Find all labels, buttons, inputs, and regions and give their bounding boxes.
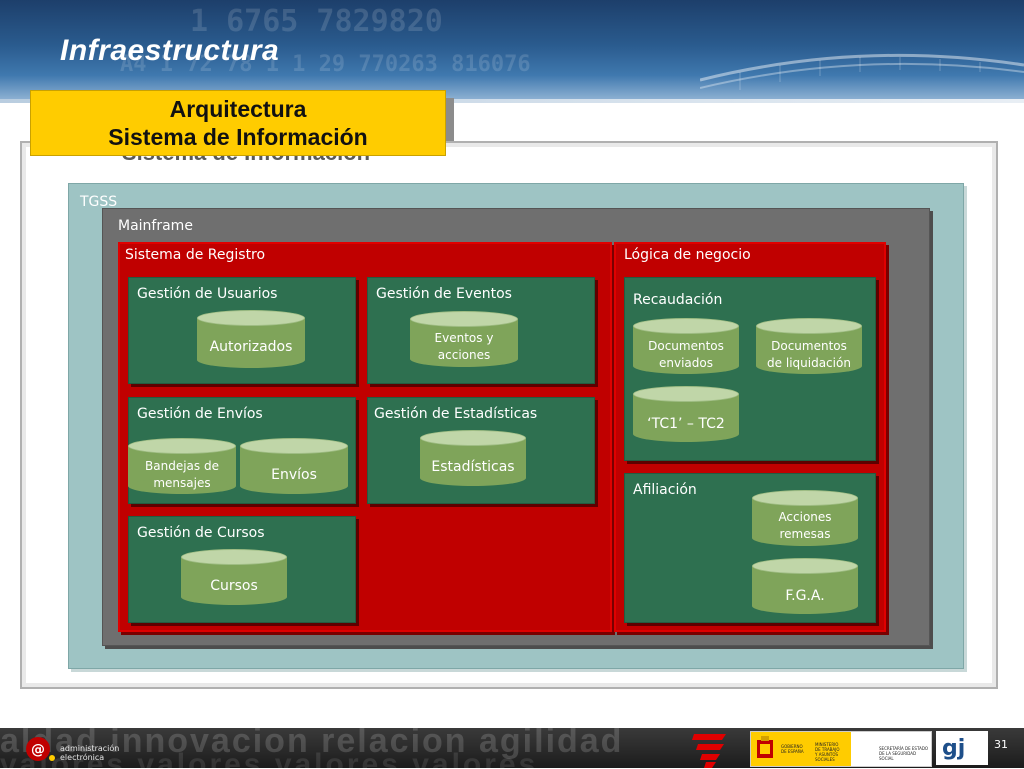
- logica-negocio-label: Lógica de negocio: [624, 247, 751, 263]
- ae-logo-text: administración electrónica: [60, 744, 120, 762]
- page-number: 31: [994, 738, 1008, 751]
- tc1-tc2-database-icon: ‘TC1’ – TC2: [633, 386, 739, 442]
- gestion-eventos-label: Gestión de Eventos: [376, 286, 512, 302]
- cursos-label: Cursos: [210, 578, 258, 594]
- gov-text-1: GOBIERNO DE ESPAÑA: [781, 744, 804, 754]
- red-stripes-logo: [692, 734, 726, 768]
- afiliacion-label: Afiliación: [633, 482, 697, 498]
- autorizados-database-icon: Autorizados: [197, 310, 305, 368]
- coat-of-arms-icon: [757, 736, 773, 758]
- gestion-usuarios-label: Gestión de Usuarios: [137, 286, 278, 302]
- gj-logo: gj: [936, 731, 988, 765]
- acciones-remesas-label: Acciones remesas: [778, 510, 832, 541]
- gj-logo-icon: gj: [942, 736, 965, 761]
- eventos-acciones-label: Eventos y acciones: [434, 331, 494, 362]
- fga-database-icon: F.G.A.: [752, 558, 858, 614]
- gestion-cursos-label: Gestión de Cursos: [137, 525, 265, 541]
- bridge-image: [700, 53, 1024, 90]
- page-title: Infraestructura: [60, 34, 280, 67]
- bandejas-mensajes-label: Bandejas de mensajes: [145, 459, 219, 490]
- gestion-envios-label: Gestión de Envíos: [137, 406, 263, 422]
- gobierno-espana-logo: GOBIERNO DE ESPAÑA MINISTERIO DE TRABAJO…: [750, 731, 932, 767]
- fga-label: F.G.A.: [785, 588, 825, 604]
- gov-text-2: MINISTERIO DE TRABAJO Y ASUNTOS SOCIALES: [815, 742, 840, 762]
- bandejas-database-icon: Bandejas de mensajes: [128, 438, 236, 494]
- envios-label: Envíos: [271, 467, 317, 483]
- acciones-remesas-database-icon: Acciones remesas: [752, 490, 858, 546]
- estadisticas-database-icon: Estadísticas: [420, 430, 526, 486]
- eventos-database-icon: Eventos y acciones: [410, 311, 518, 367]
- envios-database-icon: Envíos: [240, 438, 348, 494]
- mainframe-label: Mainframe: [118, 218, 193, 234]
- documentos-liquidacion-database-icon: Documentos de liquidación: [756, 318, 862, 374]
- autorizados-label: Autorizados: [209, 339, 293, 355]
- gov-text-3: SECRETARÍA DE ESTADO DE LA SEGURIDAD SOC…: [879, 746, 929, 761]
- gestion-estadisticas-label: Gestión de Estadísticas: [374, 406, 538, 422]
- sistema-registro-label: Sistema de Registro: [125, 247, 266, 263]
- documentos-enviados-database-icon: Documentos enviados: [633, 318, 739, 374]
- header-banner: 1 6765 7829820 A4 1 72 78 1 1 29 770263 …: [0, 0, 1024, 100]
- documentos-enviados-label: Documentos enviados: [648, 339, 724, 370]
- cursos-database-icon: Cursos: [181, 549, 287, 605]
- estadisticas-label: Estadísticas: [431, 459, 515, 475]
- documentos-liquidacion-label: Documentos de liquidación: [767, 339, 851, 370]
- svg-text:gj: gj: [942, 736, 965, 761]
- architecture-label-line1: Arquitectura: [169, 96, 307, 122]
- architecture-label: Arquitectura Sistema de Información: [30, 90, 446, 156]
- tc1-tc2-label: ‘TC1’ – TC2: [647, 416, 725, 432]
- svg-text:@: @: [31, 742, 45, 758]
- architecture-label-line2: Sistema de Información: [108, 124, 368, 150]
- recaudacion-label: Recaudación: [633, 292, 723, 308]
